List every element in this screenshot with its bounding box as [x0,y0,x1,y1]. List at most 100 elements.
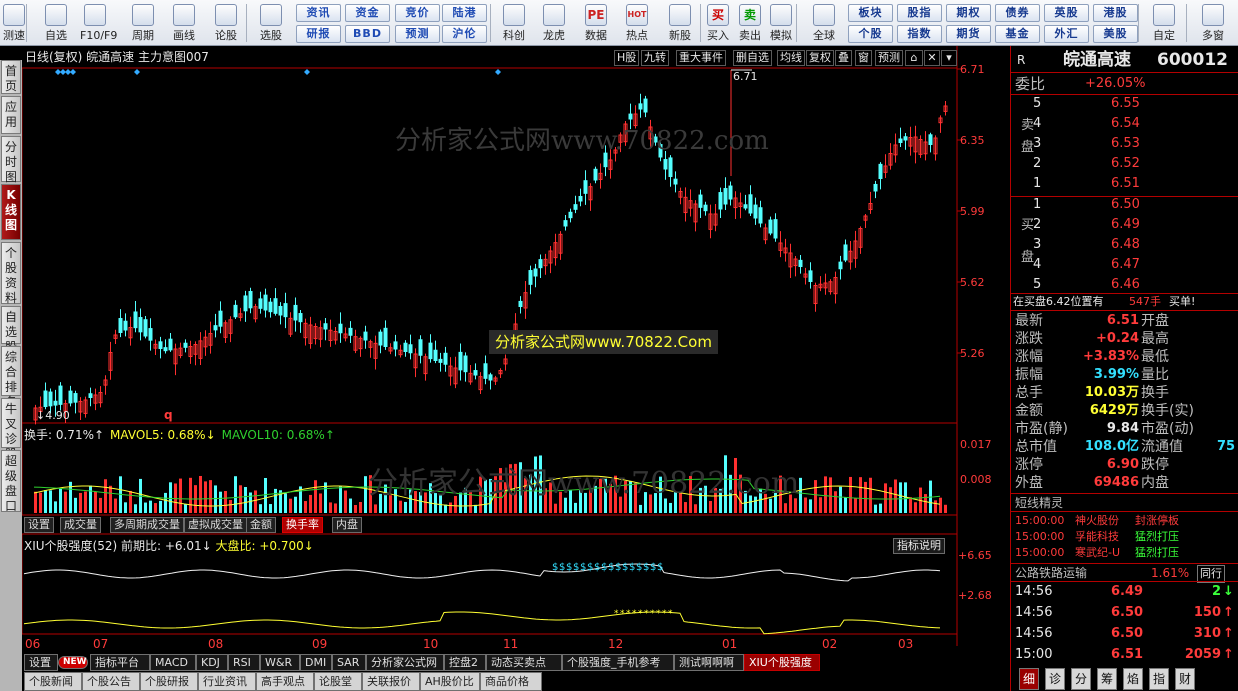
market-button[interactable]: 基金 [995,25,1040,43]
market-button[interactable]: 港股 [1093,4,1138,22]
quote-tab[interactable]: 指 [1149,668,1169,690]
toolbar-stock-picker-button[interactable]: 选股 [250,0,292,46]
market-button[interactable]: 板块 [848,4,893,22]
quote-tab[interactable]: 细 [1019,668,1039,690]
quote-tab[interactable]: 筹 [1097,668,1117,690]
quick-button[interactable]: 沪伦 [442,25,487,43]
market-button[interactable]: 指数 [897,25,942,43]
quick-button[interactable]: 预测 [395,25,440,43]
indicator-tab[interactable]: W&R [260,654,300,671]
toolbar-sell-button[interactable]: 卖卖出 [734,0,766,46]
chart-header-button[interactable]: 重大事件 [676,50,726,66]
info-tab[interactable]: 个股新闻 [24,672,82,691]
market-button[interactable]: 期权 [946,4,991,22]
volume-tab[interactable]: 虚拟成交量 [184,517,247,533]
quick-button[interactable]: BBD [345,25,390,43]
market-button[interactable]: 债券 [995,4,1040,22]
info-tab[interactable]: 关联报价 [362,672,420,691]
toolbar-buy-button[interactable]: 买买入 [702,0,734,46]
toolbar-speed-test-button[interactable]: 测速 [0,0,28,46]
indicator-tab[interactable]: 个股强度_手机参考 [562,654,674,671]
info-tab[interactable]: 论股堂 [314,672,362,691]
close-icon[interactable]: ✕ [924,50,940,66]
chart-header-button[interactable]: 删自选 [733,50,772,66]
toolbar-star-button[interactable]: 自选 [36,0,76,46]
chart-header-button[interactable]: 窗 [855,50,872,66]
quick-button[interactable]: 竞价 [395,4,440,22]
indicator-tab[interactable]: 动态买卖点 [486,654,562,671]
toolbar-custom-button[interactable]: 自定 [1142,0,1186,46]
indicator-tab[interactable]: 控盘2 [444,654,486,671]
left-tab-1[interactable]: 应用 [1,96,21,134]
info-tab[interactable]: 个股研报 [140,672,198,691]
toolbar-simulate-button[interactable]: 模拟 [764,0,798,46]
toolbar-globe-button[interactable]: 全球 [800,0,848,46]
chart-header-button[interactable]: 复权 [806,50,834,66]
left-tab-3[interactable]: K线图 [1,184,21,240]
volume-tab[interactable]: 成交量 [60,517,101,533]
indicator-tab[interactable]: 设置 [24,654,58,671]
left-tab-0[interactable]: 首页 [1,60,21,94]
info-tab[interactable]: 个股公告 [82,672,140,691]
market-button[interactable]: 英股 [1044,4,1089,22]
indicator-help-button[interactable]: 指标说明 [893,538,945,554]
toolbar-dragon-tiger-button[interactable]: 龙虎 [534,0,574,46]
indicator-tab[interactable]: 测试啊啊啊 [674,654,744,671]
stat-value: 69486 [1093,475,1139,490]
indicator-tab[interactable]: XIU个股强度 [744,654,820,671]
volume-tab[interactable]: 换手率 [282,517,323,533]
toolbar-tech-board-button[interactable]: 科创 [494,0,534,46]
info-tab[interactable]: 行业资讯 [198,672,256,691]
volume-tab[interactable]: 设置 [24,517,54,533]
toolbar-pencil-button[interactable]: 画线 [166,0,202,46]
left-tab-6[interactable]: 综合排名 [1,346,21,409]
lock-icon[interactable]: ⌂ [905,50,923,66]
candle-body [768,219,773,234]
quote-tab[interactable]: 分 [1071,668,1091,690]
volume-bar [824,476,827,513]
indicator-tab[interactable]: KDJ [196,654,228,671]
market-button[interactable]: 期货 [946,25,991,43]
info-tab[interactable]: AH股价比 [420,672,480,691]
chart-header-button[interactable]: 预测 [875,50,903,66]
market-button[interactable]: 美股 [1093,25,1138,43]
info-tab[interactable]: 高手观点 [256,672,314,691]
left-tab-8[interactable]: 超级盘口 [1,450,21,513]
market-button[interactable]: 股指 [897,4,942,22]
left-tab-5[interactable]: 自选股 [1,306,21,354]
volume-tab[interactable]: 内盘 [332,517,362,533]
indicator-tab[interactable]: RSI [228,654,260,671]
left-tab-4[interactable]: 个股资料 [1,242,21,305]
volume-tab[interactable]: 金额 [246,517,276,533]
quick-button[interactable]: 陆港 [442,4,487,22]
indicator-tab[interactable]: MACD [150,654,196,671]
market-button[interactable]: 个股 [848,25,893,43]
toolbar-hotspot-button[interactable]: HOT 热点 [618,0,656,46]
chart-header-button[interactable]: 均线 [777,50,805,66]
info-tab[interactable]: 商品价格 [480,672,542,691]
left-tab-7[interactable]: 牛叉诊股 [1,398,21,461]
market-button[interactable]: 外汇 [1044,25,1089,43]
toolbar-data-pe-button[interactable]: PE 数据 [578,0,614,46]
toolbar-clock-button[interactable]: 周期 [124,0,162,46]
chevron-down-icon[interactable]: ▾ [941,50,957,66]
quote-tab[interactable]: 诊 [1045,668,1065,690]
quick-button[interactable]: 资讯 [296,4,341,22]
toolbar-multi-window-button[interactable]: 多窗 [1190,0,1236,46]
indicator-tab[interactable]: SAR [332,654,366,671]
quick-button[interactable]: 研报 [296,25,341,43]
indicator-tab[interactable]: DMI [300,654,332,671]
chart-header-button[interactable]: 九转 [641,50,669,66]
toolbar-f10-info-button[interactable]: F10/F9 [80,0,117,46]
indicator-tab[interactable]: 指标平台 [90,654,150,671]
toolbar-new-stock-button[interactable]: 新股 [660,0,700,46]
left-tab-2[interactable]: 分时图 [1,136,21,184]
indicator-tab[interactable]: 分析家公式网 [366,654,444,671]
quote-tab[interactable]: 财 [1175,668,1195,690]
volume-tab[interactable]: 多周期成交量 [110,517,184,533]
quote-tab[interactable]: 焰 [1123,668,1143,690]
toolbar-discuss-button[interactable]: 论股 [208,0,244,46]
chart-header-button[interactable]: H股 [614,50,640,66]
quick-button[interactable]: 资金 [345,4,390,22]
chart-header-button[interactable]: 叠 [835,50,852,66]
